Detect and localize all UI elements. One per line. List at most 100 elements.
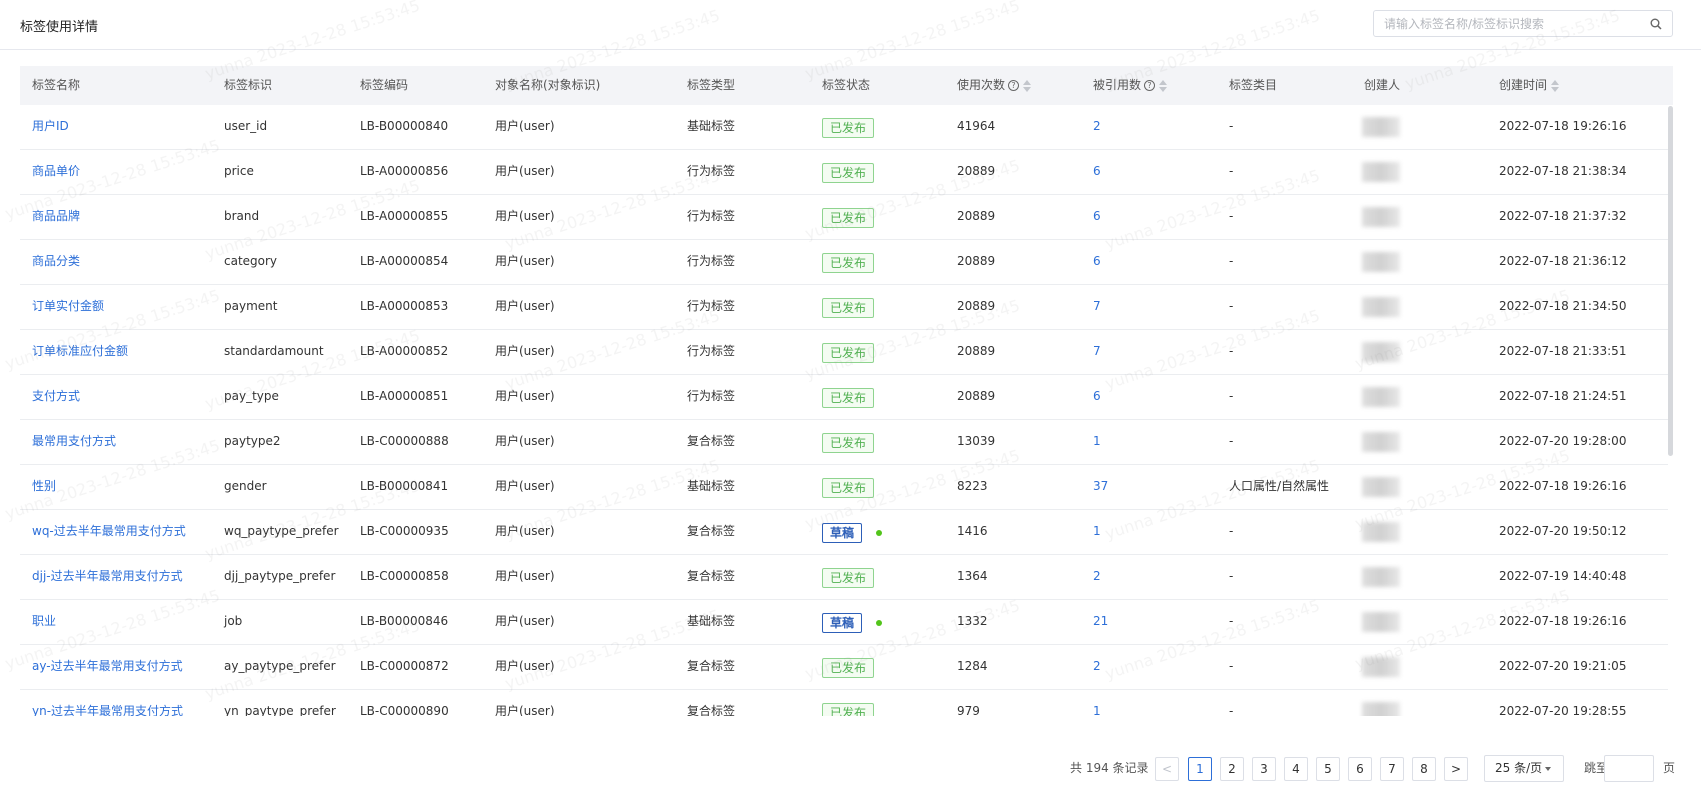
cell-tag-name[interactable]: 订单实付金额 xyxy=(32,285,104,330)
column-header-object-name: 对象名称(对象标识) xyxy=(495,66,600,105)
cell-tag-name[interactable]: 商品单价 xyxy=(32,150,80,195)
cell-tag-code: LB-C00000858 xyxy=(360,569,449,583)
page-suffix: 页 xyxy=(1663,761,1676,775)
cell-tag-category: - xyxy=(1229,119,1234,133)
column-header-label: 标签状态 xyxy=(822,78,871,92)
creator-redacted xyxy=(1362,342,1400,362)
cell-ref-count[interactable]: 1 xyxy=(1093,420,1101,465)
cell-tag-name[interactable]: wq-过去半年最常用支付方式 xyxy=(32,510,186,555)
cell-tag-type: 复合标签 xyxy=(687,704,736,716)
cell-tag-name[interactable]: 性别 xyxy=(32,465,56,510)
cell-tag-code: LB-A00000851 xyxy=(360,389,449,403)
help-icon[interactable]: ? xyxy=(1008,80,1020,91)
page-button-1[interactable]: 1 xyxy=(1188,757,1212,781)
table-row: yn-过去半年最常用支付方式 yn_paytype_prefer LB-C00000… xyxy=(20,690,1668,716)
cell-object-name: 用户(user) xyxy=(495,119,555,133)
cell-ref-count[interactable]: 37 xyxy=(1093,465,1108,510)
cell-tag-name[interactable]: 支付方式 xyxy=(32,375,80,420)
page-button-2[interactable]: 2 xyxy=(1220,757,1244,781)
sort-icon[interactable] xyxy=(1023,79,1032,93)
cell-tag-name[interactable]: 商品分类 xyxy=(32,240,80,285)
cell-tag-name[interactable]: 用户ID xyxy=(32,105,69,150)
next-page-button[interactable]: > xyxy=(1444,757,1468,781)
cell-tag-category: - xyxy=(1229,389,1234,403)
cell-tag-name[interactable]: 商品品牌 xyxy=(32,195,80,240)
column-header-label: 标签编码 xyxy=(360,78,409,92)
help-icon[interactable]: ? xyxy=(1144,80,1156,91)
page-button-7[interactable]: 7 xyxy=(1380,757,1404,781)
cell-tag-name[interactable]: djj-过去半年最常用支付方式 xyxy=(32,555,183,600)
cell-usage-count: 41964 xyxy=(957,119,996,133)
page-button-6[interactable]: 6 xyxy=(1348,757,1372,781)
cell-tag-code: LB-A00000856 xyxy=(360,164,449,178)
page-button-5[interactable]: 5 xyxy=(1316,757,1340,781)
cell-tag-code: LB-B00000846 xyxy=(360,614,449,628)
page-button-4[interactable]: 4 xyxy=(1284,757,1308,781)
cell-ref-count[interactable]: 7 xyxy=(1093,285,1101,330)
cell-ref-count[interactable]: 1 xyxy=(1093,690,1101,716)
cell-created-time: 2022-07-19 14:40:48 xyxy=(1499,569,1627,583)
cell-ref-count[interactable]: 2 xyxy=(1093,555,1101,600)
cell-ref-count[interactable]: 2 xyxy=(1093,645,1101,690)
status-badge: 已发布 xyxy=(822,658,875,678)
sort-icon[interactable] xyxy=(1551,79,1560,93)
column-header-label: 对象名称(对象标识) xyxy=(495,78,601,92)
cell-created-time: 2022-07-18 21:24:51 xyxy=(1499,389,1627,403)
jump-page-input[interactable] xyxy=(1604,755,1654,782)
cell-ref-count[interactable]: 1 xyxy=(1093,510,1101,555)
search-input[interactable] xyxy=(1384,15,1634,32)
search-icon[interactable] xyxy=(1650,18,1662,30)
cell-ref-count[interactable]: 6 xyxy=(1093,150,1101,195)
cell-tag-name[interactable]: 订单标准应付金额 xyxy=(32,330,128,375)
cell-tag-key: job xyxy=(224,614,243,628)
chevron-down-icon xyxy=(1545,767,1551,771)
cell-tag-code: LB-C00000872 xyxy=(360,659,449,673)
cell-tag-code: LB-C00000890 xyxy=(360,704,449,716)
table-scrollbar-thumb[interactable] xyxy=(1668,106,1673,456)
creator-redacted xyxy=(1362,297,1400,317)
search-box[interactable] xyxy=(1373,10,1673,37)
cell-tag-category: - xyxy=(1229,524,1234,538)
cell-tag-name[interactable]: yn-过去半年最常用支付方式 xyxy=(32,690,183,716)
cell-tag-category: - xyxy=(1229,704,1234,716)
cell-object-name: 用户(user) xyxy=(495,164,555,178)
page-size-select[interactable]: 25 条/页 xyxy=(1484,755,1564,782)
column-header-tag-key: 标签标识 xyxy=(224,66,272,105)
cell-object-name: 用户(user) xyxy=(495,209,555,223)
page-button-8[interactable]: 8 xyxy=(1412,757,1436,781)
cell-ref-count[interactable]: 6 xyxy=(1093,195,1101,240)
column-header-ref-count[interactable]: 被引用数? xyxy=(1093,66,1168,105)
cell-ref-count[interactable]: 6 xyxy=(1093,375,1101,420)
table-row: 用户ID user_id LB-B00000840 用户(user) 基础标签 已发布 41… xyxy=(20,105,1668,150)
cell-created-time: 2022-07-18 19:26:16 xyxy=(1499,614,1627,628)
table-row: 职业 job LB-B00000846 用户(user) 基础标签 草稿 1332 21 - 20… xyxy=(20,600,1668,645)
column-header-creator: 创建人 xyxy=(1364,66,1400,105)
cell-tag-key: paytype2 xyxy=(224,434,281,448)
creator-redacted xyxy=(1362,477,1400,497)
cell-ref-count[interactable]: 21 xyxy=(1093,600,1108,645)
page-button-3[interactable]: 3 xyxy=(1252,757,1276,781)
cell-tag-key: pay_type xyxy=(224,389,279,403)
column-header-tag-status: 标签状态 xyxy=(822,66,870,105)
creator-redacted xyxy=(1362,702,1400,716)
cell-ref-count[interactable]: 2 xyxy=(1093,105,1101,150)
status-badge: 草稿 xyxy=(822,523,863,543)
cell-ref-count[interactable]: 6 xyxy=(1093,240,1101,285)
cell-tag-name[interactable]: 最常用支付方式 xyxy=(32,420,116,465)
prev-page-button[interactable]: < xyxy=(1155,757,1179,781)
cell-tag-type: 行为标签 xyxy=(687,299,736,313)
cell-tag-name[interactable]: 职业 xyxy=(32,600,56,645)
cell-tag-key: category xyxy=(224,254,278,268)
column-header-usage-count[interactable]: 使用次数? xyxy=(957,66,1032,105)
cell-tag-name[interactable]: ay-过去半年最常用支付方式 xyxy=(32,645,183,690)
cell-tag-code: LB-A00000852 xyxy=(360,344,449,358)
status-badge: 已发布 xyxy=(822,478,875,498)
cell-object-name: 用户(user) xyxy=(495,479,555,493)
cell-tag-key: user_id xyxy=(224,119,268,133)
cell-tag-type: 基础标签 xyxy=(687,614,736,628)
column-header-label: 创建人 xyxy=(1364,78,1401,92)
cell-ref-count[interactable]: 7 xyxy=(1093,330,1101,375)
sort-icon[interactable] xyxy=(1159,79,1168,93)
cell-tag-code: LB-C00000935 xyxy=(360,524,449,538)
column-header-created-time[interactable]: 创建时间 xyxy=(1499,66,1560,105)
